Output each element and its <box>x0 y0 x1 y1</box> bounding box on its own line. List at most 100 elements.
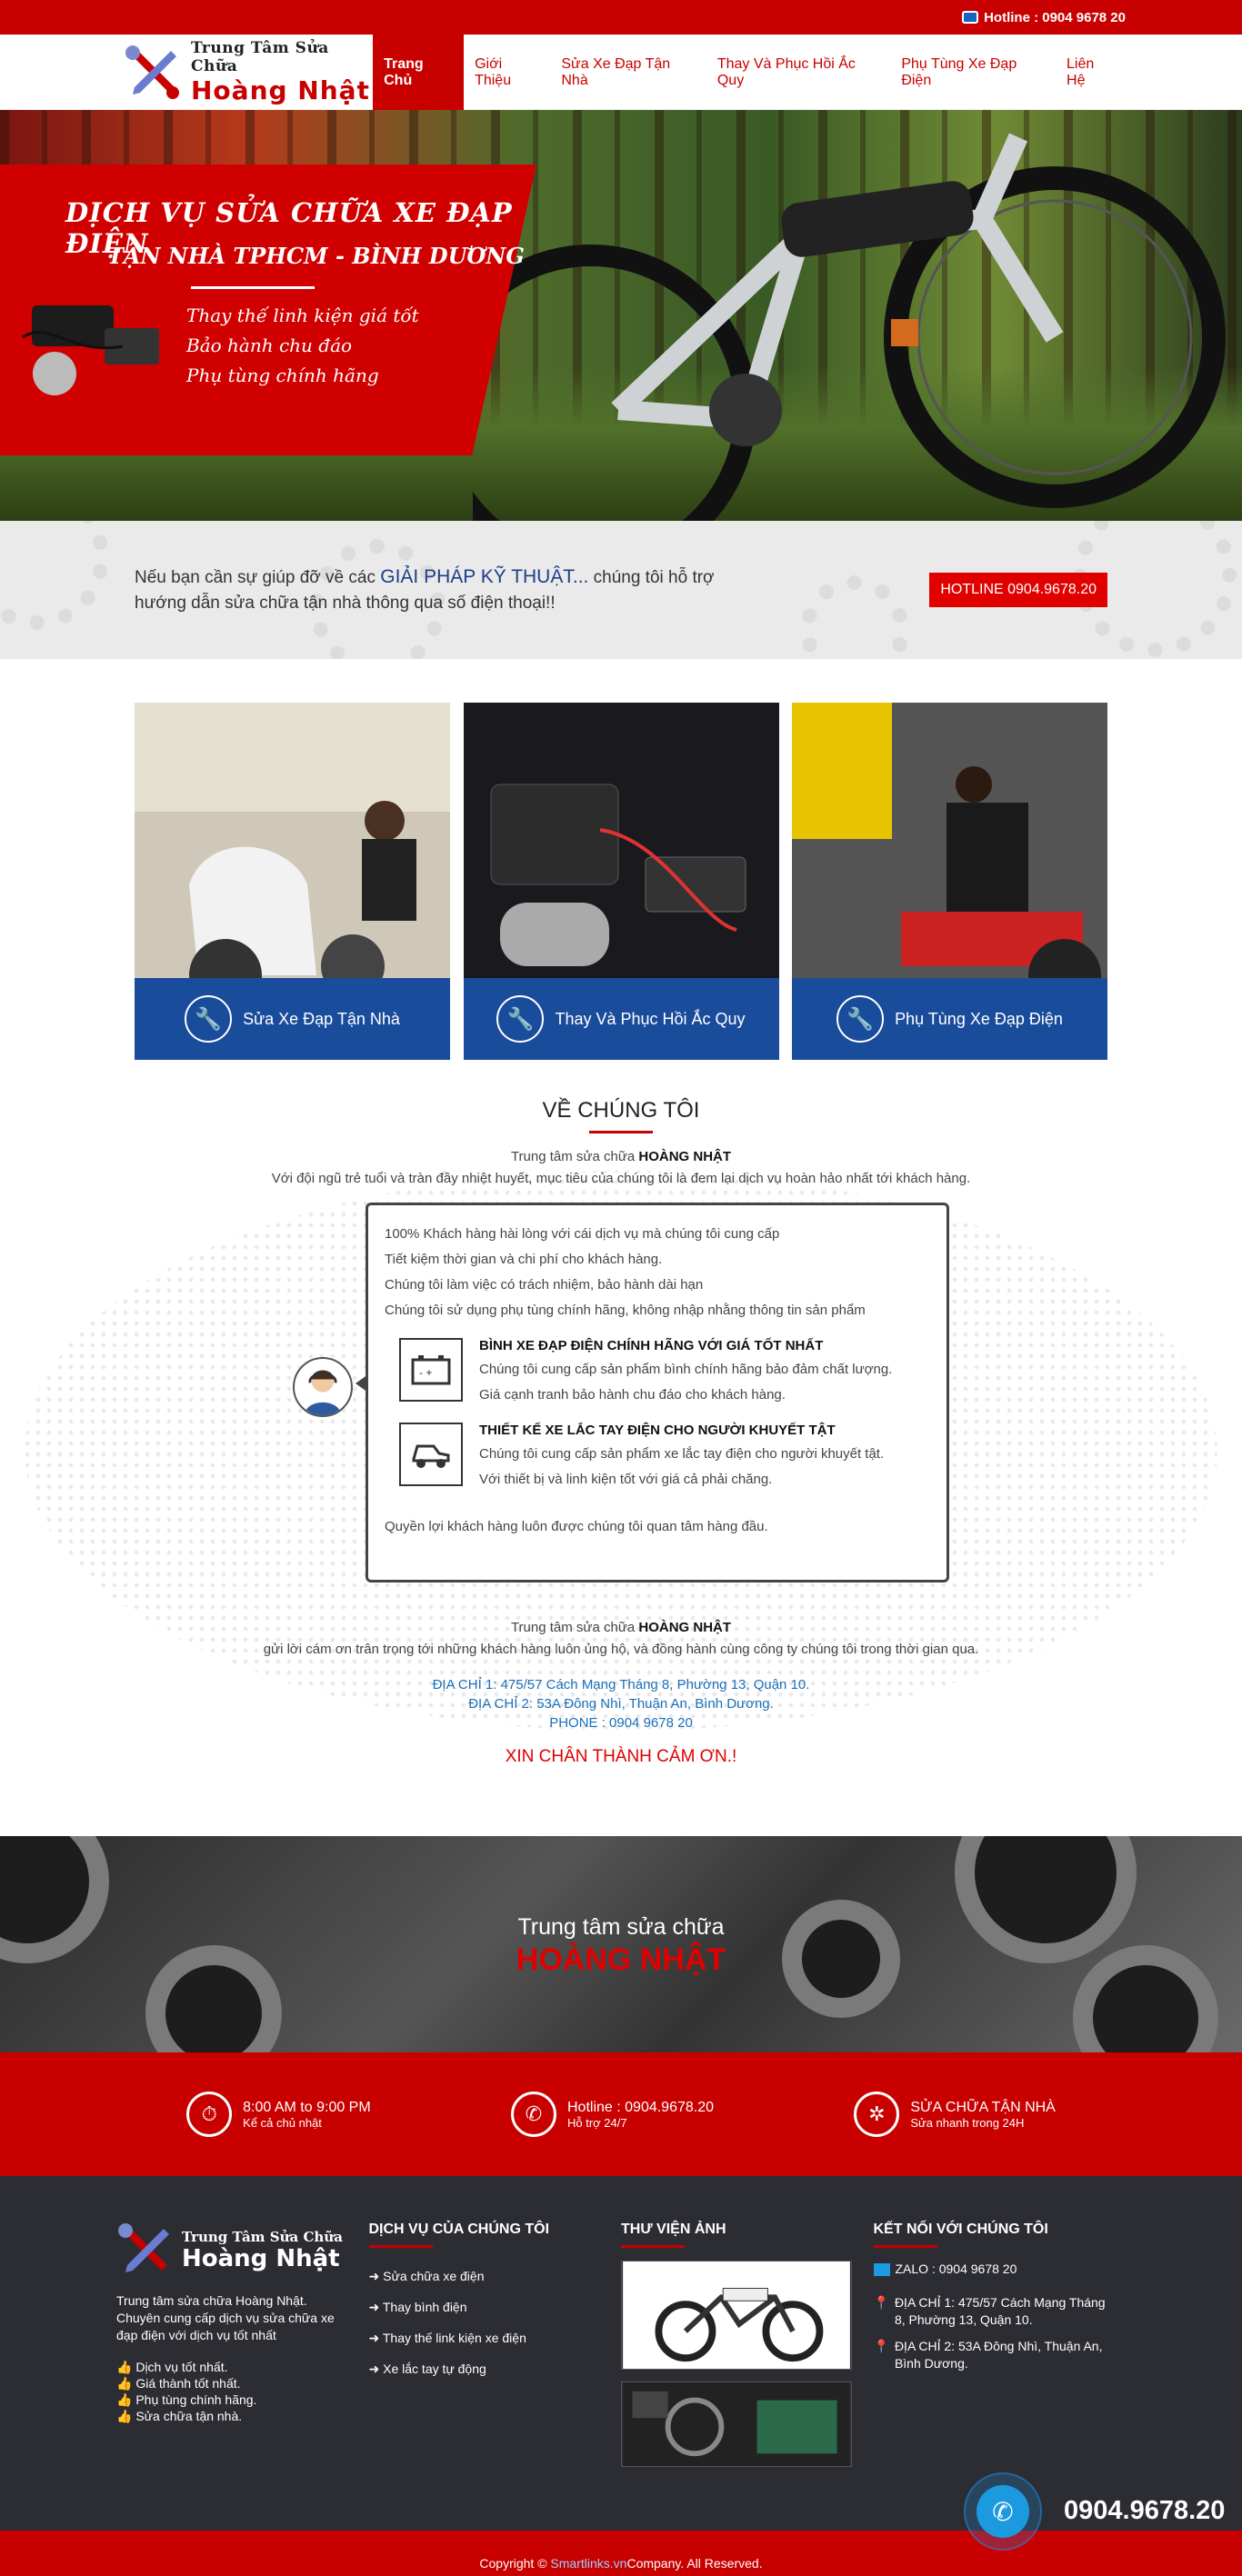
footer-gallery-title: THƯ VIỆN ẢNH <box>621 2222 726 2237</box>
contact-bar: ⏱ 8:00 AM to 9:00 PM Kể cả chủ nhật ✆ Hot… <box>0 2052 1242 2176</box>
about-point: Tiết kiệm thời gian và chi phí cho khách… <box>385 1252 663 1267</box>
footer-service-link[interactable]: ➜ Sửa chữa xe điện <box>369 2261 604 2291</box>
footer-about: Trung Tâm Sửa Chữa Hoàng Nhật Trung tâm s… <box>116 2222 369 2479</box>
vehicle-icon <box>399 1423 463 1486</box>
feature-battery: - + BÌNH XE ĐẠP ĐIỆN CHÍNH HÃNG VỚI GIÁ … <box>385 1338 930 1408</box>
contact-hours: ⏱ 8:00 AM to 9:00 PM Kể cả chủ nhật <box>186 2092 371 2137</box>
about-title: VỀ CHÚNG TÔI <box>542 1098 700 1123</box>
wrench-icon: 🔧 <box>496 995 545 1043</box>
phone-icon: ✆ <box>977 2485 1029 2538</box>
footer-check: 👍 Giá thành tốt nhất. <box>116 2376 241 2391</box>
copyright-link[interactable]: Smartlinks.vn <box>550 2556 626 2571</box>
wrench-screwdriver-icon <box>118 2223 169 2272</box>
help-section: Nếu bạn cần sự giúp đỡ về các GIẢI PHÁP … <box>0 521 1242 659</box>
charger-parts-image <box>22 305 159 395</box>
floating-call-number: 0904.9678.20 <box>1064 2496 1226 2525</box>
about-point: 100% Khách hàng hài lòng với cái dịch vụ… <box>385 1226 780 1242</box>
footer-service-link[interactable]: ➜ Xe lắc tay tự động <box>369 2353 604 2384</box>
svg-text:- +: - + <box>419 1366 432 1379</box>
nav-about[interactable]: Giới Thiệu <box>464 35 550 110</box>
about-point: Chúng tôi sử dụng phụ tùng chính hãng, k… <box>385 1303 866 1318</box>
about-point: Chúng tôi làm việc có trách nhiệm, bảo h… <box>385 1277 704 1293</box>
footer-services-title: DỊCH VỤ CỦA CHÚNG TÔI <box>368 2222 550 2237</box>
nav-parts[interactable]: Phụ Tùng Xe Đạp Điện <box>890 35 1056 110</box>
gear-icon: ✲ <box>854 2092 900 2137</box>
phone-screen-icon <box>962 11 979 24</box>
service-card-parts[interactable]: 🔧 Phụ Tùng Xe Đạp Điện <box>792 703 1107 1060</box>
logo-line-2: Hoàng Nhật <box>191 75 370 105</box>
hero-bullet: Phụ tùng chính hãng <box>186 364 379 386</box>
service-card-battery[interactable]: 🔧 Thay Và Phục Hồi Ắc Quy <box>463 703 779 1060</box>
wrench-screwdriver-icon <box>124 44 182 102</box>
thanks-block: Trung tâm sửa chữa HOÀNG NHẬT gửi lời cám… <box>0 1617 1242 1767</box>
nav-contact[interactable]: Liên Hệ <box>1056 35 1126 110</box>
site-logo[interactable]: Trung Tâm Sửa Chữa Hoàng Nhật <box>116 39 373 105</box>
phone-line[interactable]: PHONE : 0904 9678 20 <box>0 1713 1242 1732</box>
footer-address-2: 📍 ĐỊA CHỈ 2: 53A Đông Nhì, Thuận An, Bình… <box>873 2339 1103 2371</box>
battery-icon: - + <box>399 1338 463 1402</box>
footer-logo[interactable]: Trung Tâm Sửa Chữa Hoàng Nhật <box>116 2222 351 2280</box>
site-header: Trung Tâm Sửa Chữa Hoàng Nhật Trang Chủ … <box>0 35 1242 110</box>
footer-connect-title: KẾT NỐI VỚI CHÚNG TÔI <box>873 2222 1048 2237</box>
about-speech-bubble: 100% Khách hàng hài lòng với cái dịch vụ… <box>356 1203 949 1583</box>
contact-home-repair: ✲ SỬA CHỮA TẬN NHÀ Sửa nhanh trong 24H <box>854 2092 1056 2137</box>
location-pin-icon: 📍 <box>873 2339 889 2353</box>
wrench-icon: 🔧 <box>185 995 233 1043</box>
footer-check: 👍 Dịch vụ tốt nhất. <box>116 2360 228 2374</box>
location-pin-icon: 📍 <box>873 2295 889 2310</box>
zalo-icon <box>873 2263 890 2277</box>
top-bar: Hotline : 0904 9678 20 <box>0 0 1242 35</box>
hero-bullets: Thay thế linh kiện giá tốt Bảo hành chu … <box>186 301 419 391</box>
footer-check: 👍 Sửa chữa tận nhà. <box>116 2409 243 2423</box>
service-card-home-repair[interactable]: 🔧 Sửa Xe Đạp Tận Nhà <box>135 703 450 1060</box>
hero-bullet: Bảo hành chu đáo <box>186 334 353 356</box>
hero-subtitle: Tận nhà TPHCM - Bình Dương <box>107 243 525 269</box>
nav-battery[interactable]: Thay Và Phục Hồi Ắc Quy <box>706 35 890 110</box>
gallery-image-bike[interactable] <box>621 2261 852 2370</box>
footer-service-link[interactable]: ➜ Thay thế link kiện xe điện <box>369 2322 604 2353</box>
service-label: Sửa Xe Đạp Tận Nhà <box>243 1009 400 1028</box>
address-block: ĐỊA CHỈ 1: 475/57 Cách Mạng Tháng 8, Phư… <box>0 1675 1242 1732</box>
about-section: VỀ CHÚNG TÔI Trung tâm sửa chữa HOÀNG NH… <box>0 1060 1242 1767</box>
hero-banner: Dịch vụ sửa chữa xe đạp điện Tận nhà TPH… <box>0 110 1242 521</box>
service-label: Phụ Tùng Xe Đạp Điện <box>895 1009 1063 1028</box>
support-agent-avatar <box>293 1357 353 1417</box>
footer-about-text: Trung tâm sửa chữa Hoàng Nhật. Chuyên cu… <box>116 2293 335 2342</box>
floating-call-button[interactable]: ✆ 0904.9678.20 <box>964 2472 1242 2551</box>
tools-banner: Trung tâm sửa chữa HOÀNG NHẬT <box>0 1836 1242 2052</box>
hero-bullet: Thay thế linh kiện giá tốt <box>186 305 419 326</box>
feature-title: THIẾT KẾ XE LẮC TAY ĐIỆN CHO NGƯỜI KHUYẾ… <box>479 1423 836 1438</box>
address-1: ĐỊA CHỈ 1: 475/57 Cách Mạng Tháng 8, Phư… <box>432 1677 810 1692</box>
phone-icon: ✆ <box>511 2092 556 2137</box>
service-label: Thay Và Phục Hồi Ắc Quy <box>555 1009 746 1028</box>
about-intro: Trung tâm sửa chữa HOÀNG NHẬT Với đội ngũ… <box>271 1149 971 1186</box>
footer-services: DỊCH VỤ CỦA CHÚNG TÔI ➜ Sửa chữa xe điện… <box>368 2222 622 2479</box>
tools-banner-line-2: HOÀNG NHẬT <box>516 1942 726 1977</box>
feature-vehicle: THIẾT KẾ XE LẮC TAY ĐIỆN CHO NGƯỜI KHUYẾ… <box>385 1423 930 1493</box>
feature-title: BÌNH XE ĐẠP ĐIỆN CHÍNH HÃNG VỚI GIÁ TỐT … <box>479 1338 824 1353</box>
address-2: ĐỊA CHỈ 2: 53A Đông Nhì, Thuận An, Bình … <box>468 1696 774 1712</box>
footer-address-1: 📍 ĐỊA CHỈ 1: 475/57 Cách Mạng Tháng 8, Ph… <box>873 2295 1106 2327</box>
footer-zalo[interactable]: ZALO : 0904 9678 20 <box>873 2261 1108 2278</box>
help-highlight: GIẢI PHÁP KỸ THUẬT... <box>380 565 589 587</box>
footer-gallery: THƯ VIỆN ẢNH <box>621 2222 874 2479</box>
footer-service-link[interactable]: ➜ Thay bình điện <box>369 2291 604 2322</box>
hotline-button[interactable]: HOTLINE 0904.9678.20 <box>929 573 1107 607</box>
about-closing: Quyền lợi khách hàng luôn được chúng tôi… <box>385 1519 768 1534</box>
nav-home-repair[interactable]: Sửa Xe Đạp Tận Nhà <box>550 35 706 110</box>
footer-check: 👍 Phụ tùng chính hãng. <box>116 2392 257 2407</box>
logo-line-1: Trung Tâm Sửa Chữa <box>191 39 329 75</box>
help-text: Nếu bạn cần sự giúp đỡ về các GIẢI PHÁP … <box>135 565 715 613</box>
wrench-icon: 🔧 <box>836 995 885 1043</box>
nav-home[interactable]: Trang Chủ <box>373 35 465 110</box>
main-nav: Trang Chủ Giới Thiệu Sửa Xe Đạp Tận Nhà … <box>373 35 1126 110</box>
stopwatch-icon: ⏱ <box>186 2092 233 2137</box>
services-section: 🔧 Sửa Xe Đạp Tận Nhà 🔧 Thay Và Phục Hồi Ắc… <box>0 659 1242 1060</box>
bicycle-image <box>473 133 1226 521</box>
footer-connect: KẾT NỐI VỚI CHÚNG TÔI ZALO : 0904 9678 2… <box>873 2222 1127 2479</box>
tools-banner-line-1: Trung tâm sửa chữa <box>517 1914 725 1940</box>
hero-promo-panel: Dịch vụ sửa chữa xe đạp điện Tận nhà TPH… <box>0 165 536 455</box>
topbar-hotline[interactable]: Hotline : 0904 9678 20 <box>984 10 1126 25</box>
contact-hotline[interactable]: ✆ Hotline : 0904.9678.20 Hỗ trợ 24/7 <box>511 2092 714 2137</box>
gallery-image-battery[interactable] <box>621 2381 852 2467</box>
